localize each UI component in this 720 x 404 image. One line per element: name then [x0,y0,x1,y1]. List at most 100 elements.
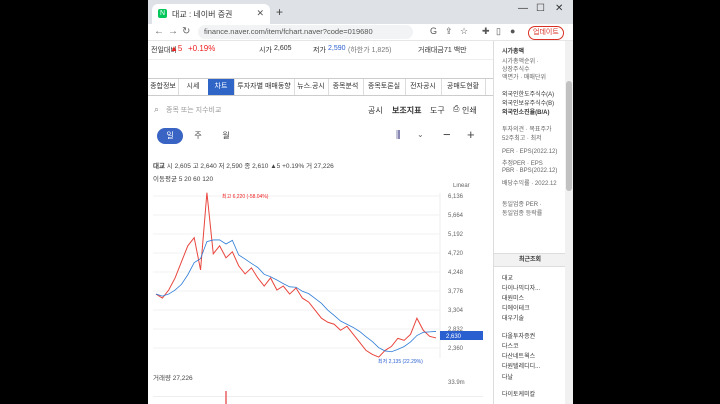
recent-item[interactable]: 다산네트웍스 [502,351,535,360]
tab-price[interactable]: 시세 [178,79,209,95]
maximize-icon[interactable]: ☐ [536,3,545,14]
indicator-button[interactable]: 보조지표 [392,105,421,116]
zoom-out-icon[interactable]: − [443,127,451,142]
tab-forum[interactable]: 종목토론실 [363,79,406,95]
side-par: 액면가 · 매매단위 [502,75,546,81]
side-sector-per: 동일업종 PER · [502,202,542,208]
forward-icon[interactable]: → [168,26,178,37]
url-field[interactable]: finance.naver.com/item/fchart.naver?code… [198,25,413,39]
side-pbr: PBR · BPS(2022.12) [502,168,558,174]
google-icon[interactable]: G [430,26,437,36]
recent-item[interactable]: 다올투자증권 [502,331,535,340]
chart-toolbar: ⌕ 종목 또는 지수비교 공시 보조지표 도구 ⎙ 인쇄 [148,100,493,120]
open-value: 2,605 [274,45,292,52]
y-tick-label: 3,776 [448,289,464,295]
volume-tick: 33.9m [448,380,465,386]
side-sector-rate: 동일업종 등락률 [502,211,543,217]
volume-label: 거래량 27,226 [153,375,193,382]
price-chart[interactable]: Linear 6,136 5,664 5,192 4,720 4,248 3,776 3,3… [148,183,493,373]
recent-item[interactable]: 다원텔레디디... [502,361,540,370]
price-info: 대교 시 2,605 고 2,640 저 2,590 종 2,610 ▲5 +0… [153,160,334,170]
recent-item[interactable]: 다날 [502,372,513,381]
search-icon[interactable]: ⌕ [154,104,159,115]
back-icon[interactable]: ← [154,26,164,37]
side-52w: 52주최고 · 최저 [502,136,542,142]
y-tick-label: 5,192 [448,232,464,238]
sidebar-icon[interactable]: ▯ [496,26,501,37]
tab-short[interactable]: 공매도현황 [441,79,486,95]
y-tick-label: 5,664 [448,213,464,219]
tab-summary[interactable]: 종합정보 [148,79,179,95]
side-market-cap: 시가총액 [502,49,525,55]
side-per: PER · EPS(2022.12) [502,149,558,155]
address-bar: ← → ↻ finance.naver.com/item/fchart.nave… [148,24,573,41]
recent-item[interactable]: 디에이테크 [502,303,530,312]
min-label: 최저 2,135 (22.29%) [378,358,423,365]
y-tick-label: 4,720 [448,251,464,257]
tab-title: 대교 : 네이버 증권 [172,10,233,19]
change-value: ▲5 [170,44,183,53]
y-tick-label: 3,304 [448,308,464,314]
max-label: 최고 6,220 (-58.04%) [222,193,269,200]
print-icon[interactable]: ⎙ [453,104,459,114]
y-tick-label: 4,248 [448,270,464,276]
recent-item[interactable]: 대우기술 [502,313,524,322]
period-day[interactable]: 일 [157,128,183,144]
stock-tabs: 종합정보 시세 차트 투자자별 매매동향 뉴스.공시 종목분석 종목토론실 전자… [148,78,493,96]
tab-chart[interactable]: 차트 [208,79,235,95]
stock-name: 대교 [153,163,165,170]
value-amount: 71 백만 [444,47,467,54]
side-dividend: 배당수익률 · 2022.12 [502,181,557,187]
recent-title: 최근조회 [494,253,566,267]
tab-disclosure[interactable]: 전자공시 [405,79,442,95]
moving-average-legend: 이동평균 5 20 60 120 [153,176,214,183]
chevron-down-icon[interactable]: ⌄ [417,130,424,139]
period-week[interactable]: 주 [187,128,209,144]
low-value: 2,590 [328,45,346,52]
naver-favicon-icon: N [158,9,167,18]
extensions-icon[interactable]: ✚ [482,26,490,37]
low-label: 저가 [313,47,326,54]
zoom-in-icon[interactable]: + [467,127,475,142]
side-foreign-limit: 외국인한도주식수(A) [502,92,555,98]
recent-item[interactable]: 대교 [502,273,513,282]
side-scrollbar[interactable] [565,41,573,404]
compare-search-input[interactable]: 종목 또는 지수비교 [166,105,221,115]
side-est-per: 추정PER · EPS [502,161,543,167]
recent-item[interactable]: 다이토케미칼 [502,389,535,398]
window-close-icon[interactable]: ✕ [555,3,563,14]
tab-investor[interactable]: 투자자별 매매동향 [234,79,295,95]
period-month[interactable]: 월 [215,128,237,144]
browser-tab[interactable]: N 대교 : 네이버 증권 ✕ [152,4,270,24]
update-button[interactable]: 업데이트 [528,26,564,40]
volume-bar [225,391,227,404]
tab-bar: N 대교 : 네이버 증권 ✕ + — ☐ ✕ [148,0,573,24]
candle-type-icon[interactable]: ⫼ [396,130,401,141]
bookmark-icon[interactable]: ☆ [460,26,468,37]
recent-item[interactable]: 다스코 [502,341,519,350]
current-price: 2,630 [446,334,462,340]
y-tick-label: 2,360 [448,346,464,352]
value-label: 거래대금 [418,47,444,54]
new-tab-icon[interactable]: + [276,5,283,19]
scale-label[interactable]: Linear [453,183,470,189]
profile-icon[interactable]: ● [510,26,515,36]
share-icon[interactable]: ⇪ [445,26,453,37]
disclosure-button[interactable]: 공시 [368,105,383,116]
quote-bar: 전일대비 ▲5 +0.19% 시가 2,605 저가 2,590 (하한가 1,… [148,41,493,60]
recent-item[interactable]: 대원미스 [502,293,524,302]
tab-analysis[interactable]: 종목분석 [328,79,364,95]
y-tick-label: 6,136 [448,194,464,200]
print-button[interactable]: 인쇄 [462,105,477,116]
close-tab-icon[interactable]: ✕ [256,8,264,19]
tools-button[interactable]: 도구 [430,105,445,116]
side-foreign-hold: 외국인보유주식수(B) [502,101,555,107]
browser-window: N 대교 : 네이버 증권 ✕ + — ☐ ✕ ← → ↻ finance.na… [148,0,573,404]
price-series-line [155,192,437,358]
reload-icon[interactable]: ↻ [182,26,190,37]
recent-item[interactable]: 다이나믹디자... [502,283,540,292]
minimize-icon[interactable]: — [518,3,528,14]
ohlc-line: 시 2,605 고 2,640 저 2,590 종 2,610 ▲5 +0.19… [166,163,334,170]
tab-news[interactable]: 뉴스.공시 [294,79,329,95]
scrollbar-thumb[interactable] [566,81,572,191]
